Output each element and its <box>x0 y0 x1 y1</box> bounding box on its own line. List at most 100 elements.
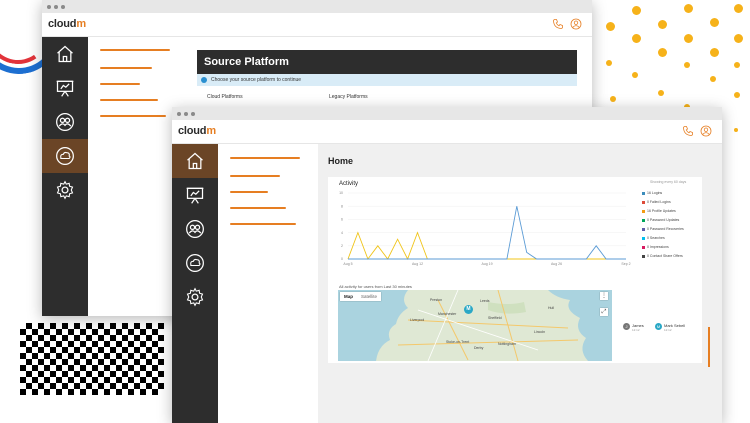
map-city-label: Nottingham <box>498 342 516 346</box>
map-tab-map[interactable]: Map <box>340 292 357 301</box>
decorative-dot <box>632 6 641 15</box>
legend-item[interactable]: 16 Profile Updates <box>642 208 676 214</box>
legend-swatch <box>642 191 645 195</box>
map-city-label: Hull <box>548 306 555 310</box>
scrollbar[interactable] <box>708 327 710 367</box>
cloudm-logo[interactable]: cloudm <box>48 18 86 30</box>
map-menu-icon[interactable]: ⋮ <box>600 292 608 300</box>
decorative-dot <box>710 48 719 57</box>
legend-item[interactable]: 0 Impressions <box>642 244 669 250</box>
sub-nav-item[interactable] <box>100 99 158 101</box>
legend-label: 0 Searches <box>647 236 665 240</box>
window-titlebar <box>42 0 592 13</box>
info-bar: Choose your source platform to continue <box>197 74 577 86</box>
nav-home[interactable] <box>42 37 88 71</box>
nav-presentation[interactable] <box>42 71 88 105</box>
map-city-label: Lincoln <box>534 330 546 334</box>
decorative-dot <box>684 62 690 68</box>
nav-home[interactable] <box>172 144 218 178</box>
phone-icon[interactable] <box>682 125 694 137</box>
legend-label: 16 Profile Updates <box>647 209 676 213</box>
decorative-dot <box>734 62 740 68</box>
user-icon[interactable] <box>570 18 582 30</box>
activity-chart: 0 2 4 6 8 10 Aug 5 Aug 12 Aug 19 Aug 26 Sep 2 <box>339 191 631 266</box>
x-tick-label: Aug 5 <box>343 262 352 266</box>
info-icon <box>201 77 207 83</box>
nav-cloud-sync[interactable] <box>172 246 218 280</box>
sub-nav-item[interactable] <box>230 157 300 159</box>
legend-item[interactable]: 0 Failed Logins <box>642 199 671 205</box>
phone-icon[interactable] <box>552 18 564 30</box>
decorative-dot <box>710 76 716 82</box>
legend-swatch <box>642 245 645 249</box>
decorative-dot <box>632 72 638 78</box>
sub-nav-item[interactable] <box>100 49 170 51</box>
map-city-label: Leeds <box>480 299 490 303</box>
panel-title: Source Platform <box>197 50 577 74</box>
decorative-dot <box>632 34 641 43</box>
map-city-label: Derby <box>474 346 484 350</box>
fullscreen-icon[interactable]: ⤢ <box>600 308 608 316</box>
y-tick-label: 2 <box>341 244 343 248</box>
map-city-label: Preston <box>430 298 443 302</box>
cloudm-logo[interactable]: cloudm <box>178 125 216 137</box>
legend-item[interactable]: 0 Searches <box>642 235 665 241</box>
map-city-label: Manchester <box>438 312 457 316</box>
decorative-dot <box>734 92 740 98</box>
legend-item[interactable]: 0 Password Updates <box>642 217 679 223</box>
decorative-dot <box>658 20 667 29</box>
y-tick-label: 10 <box>339 191 343 195</box>
nav-settings[interactable] <box>172 280 218 314</box>
decorative-dot <box>684 34 693 43</box>
legend-item[interactable]: 0 Password Recoveries <box>642 226 684 232</box>
legend-label: 0 Password Recoveries <box>647 227 684 231</box>
map-city-label: Sheffield <box>488 316 502 320</box>
legend-label: 0 Impressions <box>647 245 669 249</box>
activity-map[interactable]: Map Satellite ⋮ ⤢ M Preston Leeds Sheffi… <box>338 290 612 361</box>
sub-nav-item[interactable] <box>100 83 140 85</box>
decorative-dot <box>610 96 616 102</box>
user-icon[interactable] <box>700 125 712 137</box>
legend-header: Showing every 60 days <box>650 180 687 184</box>
sub-nav-item[interactable] <box>230 207 286 209</box>
cloud-sync-icon <box>56 147 74 165</box>
decorative-dot <box>606 22 615 31</box>
nav-settings[interactable] <box>42 173 88 207</box>
map-type-tabs: Map Satellite <box>340 292 382 301</box>
window-dot <box>54 5 58 9</box>
y-tick-label: 8 <box>341 204 343 208</box>
sub-nav-item[interactable] <box>230 175 280 177</box>
decorative-dot <box>710 18 719 27</box>
sub-nav-item[interactable] <box>100 115 166 117</box>
decorative-dot <box>734 128 738 132</box>
nav-presentation[interactable] <box>172 178 218 212</box>
legend-swatch <box>642 236 645 240</box>
nav-users[interactable] <box>172 212 218 246</box>
decorative-dot <box>606 60 612 66</box>
sub-nav-item[interactable] <box>230 223 296 225</box>
sub-nav-item[interactable] <box>230 191 268 193</box>
decorative-dot <box>658 90 664 96</box>
avatar: M <box>655 323 662 330</box>
nav-users[interactable] <box>42 105 88 139</box>
column-header-legacy: Legacy Platforms <box>329 94 368 100</box>
users-icon <box>186 220 204 238</box>
window-dot <box>61 5 65 9</box>
map-city-label: Liverpool <box>410 318 425 322</box>
x-tick-label: Aug 26 <box>551 262 562 266</box>
window-dot <box>191 112 195 116</box>
map-marker[interactable]: M <box>464 305 473 314</box>
decorative-dot <box>658 48 667 57</box>
map-tab-satellite[interactable]: Satellite <box>357 292 381 301</box>
sub-nav-item[interactable] <box>100 67 152 69</box>
legend-item[interactable]: 16 Logins <box>642 190 662 196</box>
legend-item[interactable]: 0 Contact Share Offers <box>642 253 683 259</box>
recent-user[interactable]: M Mark Sebell 12:12 <box>655 323 695 335</box>
column-header-cloud: Cloud Platforms <box>207 94 243 100</box>
window-dot <box>47 5 51 9</box>
nav-cloud-sync[interactable] <box>42 139 88 173</box>
legend-label: 0 Contact Share Offers <box>647 254 683 258</box>
app-header: cloudm <box>172 120 722 144</box>
avatar: J <box>623 323 630 330</box>
home-window: cloudm Home Activity 0 2 4 6 8 10 Aug 5 Aug 12 A… <box>172 107 722 423</box>
